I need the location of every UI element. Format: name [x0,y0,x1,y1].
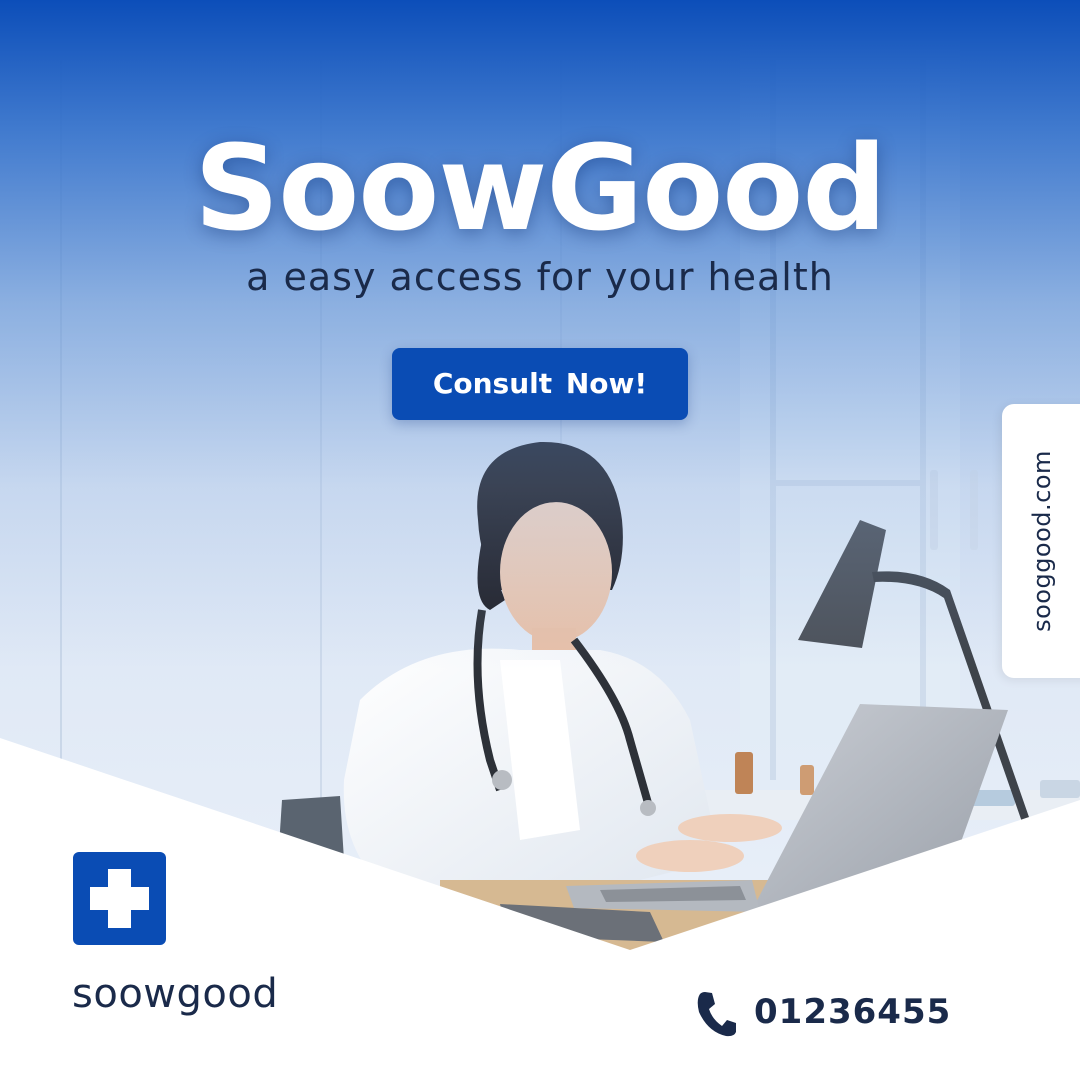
website-url[interactable]: sooggood.com [1028,450,1056,632]
phone-number[interactable]: 01236455 [754,988,951,1036]
brand-wordmark: soowgood [72,971,279,1017]
brand-title: SoowGood [194,119,887,257]
phone-icon [697,992,736,1037]
tagline: a easy access for your health [246,255,834,299]
medical-cross-icon [73,852,166,945]
consult-now-button[interactable]: Consult Now! [392,348,688,420]
promo-poster: SoowGood a easy access for your health C… [0,0,1080,1080]
